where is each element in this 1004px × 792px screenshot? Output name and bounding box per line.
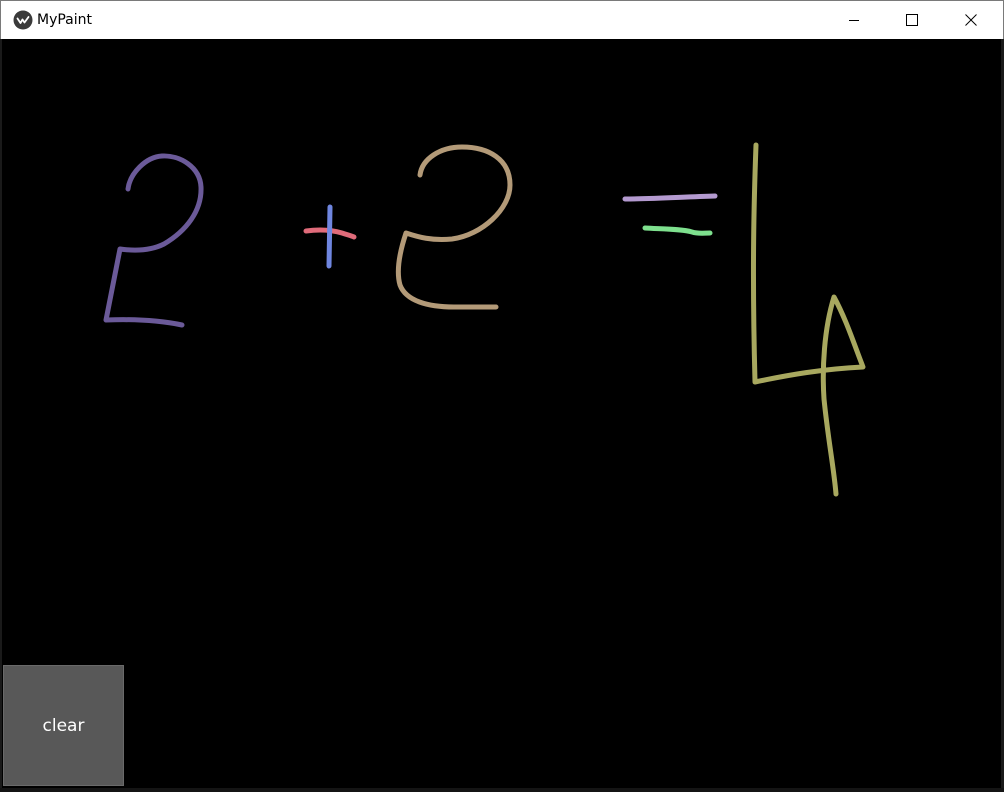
stroke-digit-2-left bbox=[103, 153, 204, 328]
kivy-logo-icon bbox=[13, 10, 33, 30]
window-border-bottom bbox=[0, 788, 1004, 792]
paint-canvas[interactable] bbox=[2, 39, 1000, 787]
stroke-digit-4 bbox=[750, 142, 866, 497]
title-bar[interactable]: MyPaint bbox=[0, 0, 1004, 39]
stroke-plus-vertical bbox=[326, 204, 333, 269]
stroke-equals-bottom bbox=[642, 225, 713, 236]
minimize-button[interactable] bbox=[825, 1, 883, 39]
minimize-icon bbox=[848, 14, 860, 26]
window-title: MyPaint bbox=[37, 12, 93, 28]
clear-button[interactable]: clear bbox=[3, 665, 124, 786]
maximize-button[interactable] bbox=[883, 1, 941, 39]
paint-surface bbox=[103, 142, 866, 497]
close-icon bbox=[965, 14, 977, 26]
stroke-equals-top bbox=[622, 193, 718, 202]
maximize-icon bbox=[906, 14, 918, 26]
close-button[interactable] bbox=[942, 1, 1000, 39]
stroke-digit-2-right bbox=[395, 144, 513, 310]
app-window: MyPaint clear bbox=[0, 0, 1004, 792]
